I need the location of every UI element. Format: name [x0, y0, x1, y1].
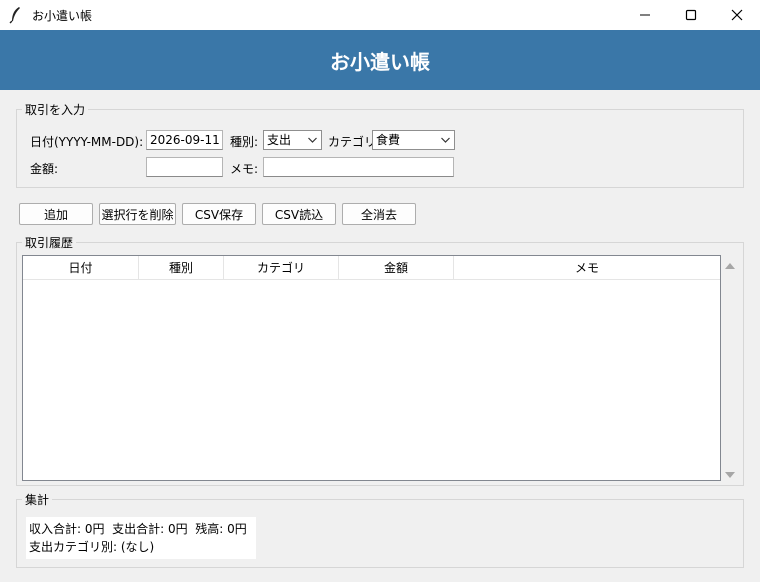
title-bar: お小遣い帳 [0, 0, 760, 30]
column-header-date[interactable]: 日付 [23, 256, 139, 280]
type-label: 種別: [230, 135, 259, 149]
close-icon [731, 9, 743, 21]
date-label: 日付(YYYY-MM-DD): [30, 135, 144, 149]
summary-by-category: 支出カテゴリ別: (なし) [29, 540, 155, 554]
category-select-value: 食費 [376, 133, 401, 147]
chevron-down-icon [307, 134, 318, 146]
app-header-title: お小遣い帳 [330, 49, 430, 74]
scroll-up-icon[interactable] [725, 259, 735, 273]
app-header: お小遣い帳 [0, 30, 760, 90]
minimize-icon [640, 14, 650, 16]
type-select[interactable]: 支出 [263, 130, 322, 150]
chevron-down-icon [440, 134, 451, 146]
summary-totals: 収入合計: 0円 支出合計: 0円 残高: 0円 [29, 522, 247, 536]
type-select-value: 支出 [267, 133, 292, 147]
amount-label: 金額: [30, 162, 59, 176]
amount-input[interactable] [146, 157, 223, 177]
memo-label: メモ: [230, 162, 259, 176]
input-group-label: 取引を入力 [22, 101, 89, 118]
column-header-category[interactable]: カテゴリ [224, 256, 339, 280]
window-title: お小遣い帳 [32, 9, 93, 23]
maximize-button[interactable] [668, 0, 714, 30]
clear-all-button[interactable]: 全消去 [342, 203, 416, 225]
delete-selected-button[interactable]: 選択行を削除 [99, 203, 176, 225]
date-input[interactable]: 2026-09-11 [146, 130, 223, 150]
minimize-button[interactable] [622, 0, 668, 30]
history-table[interactable]: 日付 種別 カテゴリ 金額 メモ [22, 255, 721, 481]
history-scrollbar[interactable] [722, 255, 738, 481]
scroll-down-icon[interactable] [725, 468, 735, 482]
memo-input[interactable] [263, 157, 454, 177]
summary-group-label: 集計 [22, 491, 53, 508]
csv-load-button[interactable]: CSV読込 [262, 203, 336, 225]
column-header-type[interactable]: 種別 [139, 256, 224, 280]
close-button[interactable] [714, 0, 760, 30]
add-button[interactable]: 追加 [19, 203, 93, 225]
csv-save-button[interactable]: CSV保存 [182, 203, 256, 225]
column-header-memo[interactable]: メモ [454, 256, 720, 280]
feather-icon [8, 6, 24, 24]
history-group-label: 取引履歴 [22, 234, 77, 251]
category-select[interactable]: 食費 [372, 130, 455, 150]
column-header-amount[interactable]: 金額 [339, 256, 454, 280]
summary-text: 収入合計: 0円 支出合計: 0円 残高: 0円 支出カテゴリ別: (なし) [26, 517, 256, 559]
maximize-icon [685, 9, 697, 21]
